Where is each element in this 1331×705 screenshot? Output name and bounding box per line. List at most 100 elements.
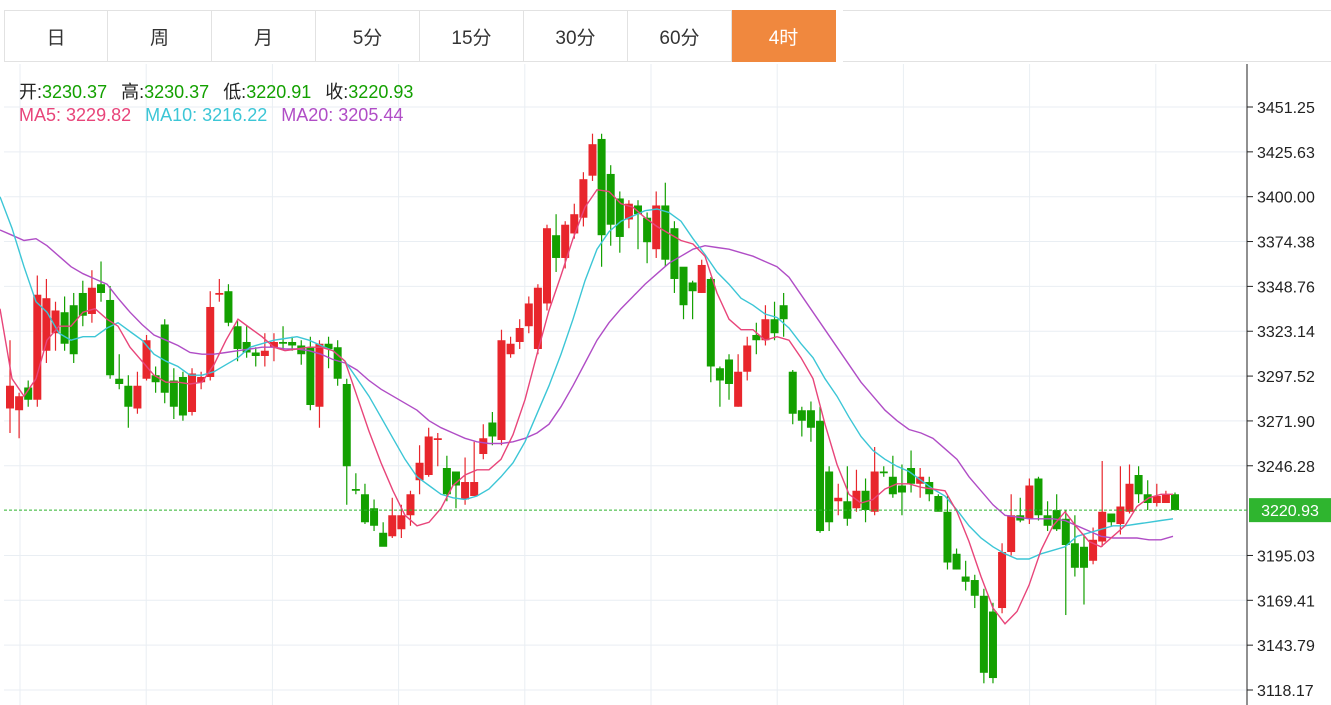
candle-body — [115, 378, 124, 384]
candle-body — [897, 485, 906, 493]
candle-body — [415, 462, 424, 481]
candle-body — [133, 385, 142, 409]
candle-body — [406, 494, 415, 516]
y-tick-label: 3400.00 — [1257, 190, 1315, 207]
candle-body — [697, 264, 706, 293]
y-tick-label: 3118.17 — [1257, 683, 1314, 700]
candle-body — [69, 305, 78, 355]
y-tick-label: 3195.03 — [1257, 548, 1315, 565]
candle-body — [497, 340, 506, 441]
candle-body — [6, 385, 14, 409]
high-value: 3230.37 — [144, 82, 210, 102]
candle-body — [97, 284, 106, 293]
y-tick-label: 3323.14 — [1257, 324, 1315, 341]
candle-body — [1025, 485, 1034, 519]
candle-body — [342, 383, 351, 467]
candle-body — [552, 235, 561, 258]
candle-body — [188, 373, 197, 412]
candle-body — [215, 292, 224, 295]
tab-4hour[interactable]: 4时 — [732, 10, 836, 62]
candle-body — [433, 438, 442, 441]
candle-body — [934, 496, 943, 512]
candle-body — [461, 482, 470, 500]
candle-body — [506, 343, 515, 355]
candle-body — [169, 380, 178, 407]
candle-body — [743, 345, 752, 372]
candle-body — [515, 327, 524, 342]
tab-15min[interactable]: 15分 — [420, 10, 524, 62]
candle-body — [379, 532, 388, 547]
y-tick-label: 3451.25 — [1257, 100, 1315, 117]
last-price-label: 3220.93 — [1261, 503, 1319, 520]
y-tick-label: 3246.28 — [1257, 459, 1315, 476]
ma5-line — [0, 188, 1173, 625]
candle-body — [870, 471, 879, 512]
candle-body — [779, 305, 788, 320]
candle-body — [397, 515, 406, 530]
candle-body — [825, 471, 834, 523]
tab-week[interactable]: 周 — [108, 10, 212, 62]
candle-body — [706, 278, 715, 367]
candle-body — [488, 422, 497, 437]
candle-body — [879, 471, 888, 474]
ma10-value: 3216.22 — [202, 105, 268, 125]
candle-body — [570, 214, 579, 234]
y-tick-label: 3348.76 — [1257, 279, 1315, 296]
candle-body — [233, 326, 242, 349]
candle-body — [943, 511, 952, 563]
candle-body — [1079, 546, 1088, 568]
tab-day[interactable]: 日 — [4, 10, 108, 62]
ma20-value: 3205.44 — [338, 105, 404, 125]
candle-body — [834, 497, 843, 502]
candle-body — [679, 266, 688, 306]
ma-info: MA5: 3229.82 MA10: 3216.22 MA20: 3205.44 — [19, 105, 403, 126]
tab-5min[interactable]: 5分 — [316, 10, 420, 62]
tab-60min[interactable]: 60分 — [628, 10, 732, 62]
tab-30min[interactable]: 30分 — [524, 10, 628, 62]
candle-body — [734, 371, 743, 407]
candle-body — [1107, 513, 1116, 523]
candle-body — [1161, 494, 1170, 504]
candle-body — [33, 294, 42, 400]
close-value: 3220.93 — [348, 82, 414, 102]
candle-body — [60, 312, 69, 344]
tab-bar-filler — [843, 10, 1331, 62]
candle-body — [606, 173, 615, 225]
candle-body — [998, 552, 1007, 609]
ohlc-info: 开:3230.37 高:3230.37 低:3220.91 收:3220.93 — [19, 78, 413, 104]
candle-body — [479, 438, 488, 455]
candle-body — [260, 350, 269, 356]
candle-body — [542, 228, 551, 304]
candle-body — [360, 494, 369, 523]
open-label: 开: — [19, 82, 43, 102]
candle-body — [306, 347, 315, 405]
tab-month[interactable]: 月 — [212, 10, 316, 62]
y-tick-label: 3297.52 — [1257, 369, 1315, 386]
candle-body — [597, 138, 606, 236]
candle-body — [351, 489, 360, 491]
candle-body — [370, 508, 379, 526]
candle-body — [1007, 515, 1016, 553]
candle-body — [1134, 475, 1143, 495]
ma5-label: MA5: — [19, 105, 62, 125]
candle-body — [1125, 483, 1134, 512]
ma10-line — [0, 196, 1174, 560]
ma5-value: 3229.82 — [66, 105, 132, 125]
high-label: 高: — [121, 82, 145, 102]
candle-body — [715, 368, 724, 381]
candle-body — [1043, 515, 1052, 526]
candle-body — [1171, 494, 1179, 511]
candle-body — [797, 410, 806, 421]
candle-body — [1070, 543, 1079, 568]
candle-body — [788, 371, 797, 414]
candle-body — [688, 282, 697, 292]
candle-body — [224, 291, 233, 323]
candle-body — [424, 436, 433, 476]
candle-body — [470, 482, 479, 497]
open-value: 3230.37 — [42, 82, 108, 102]
candle-body — [988, 611, 997, 679]
candle-body — [1116, 506, 1125, 525]
y-tick-label: 3374.38 — [1257, 235, 1315, 252]
candle-body — [106, 299, 115, 376]
y-tick-label: 3169.41 — [1257, 593, 1315, 610]
